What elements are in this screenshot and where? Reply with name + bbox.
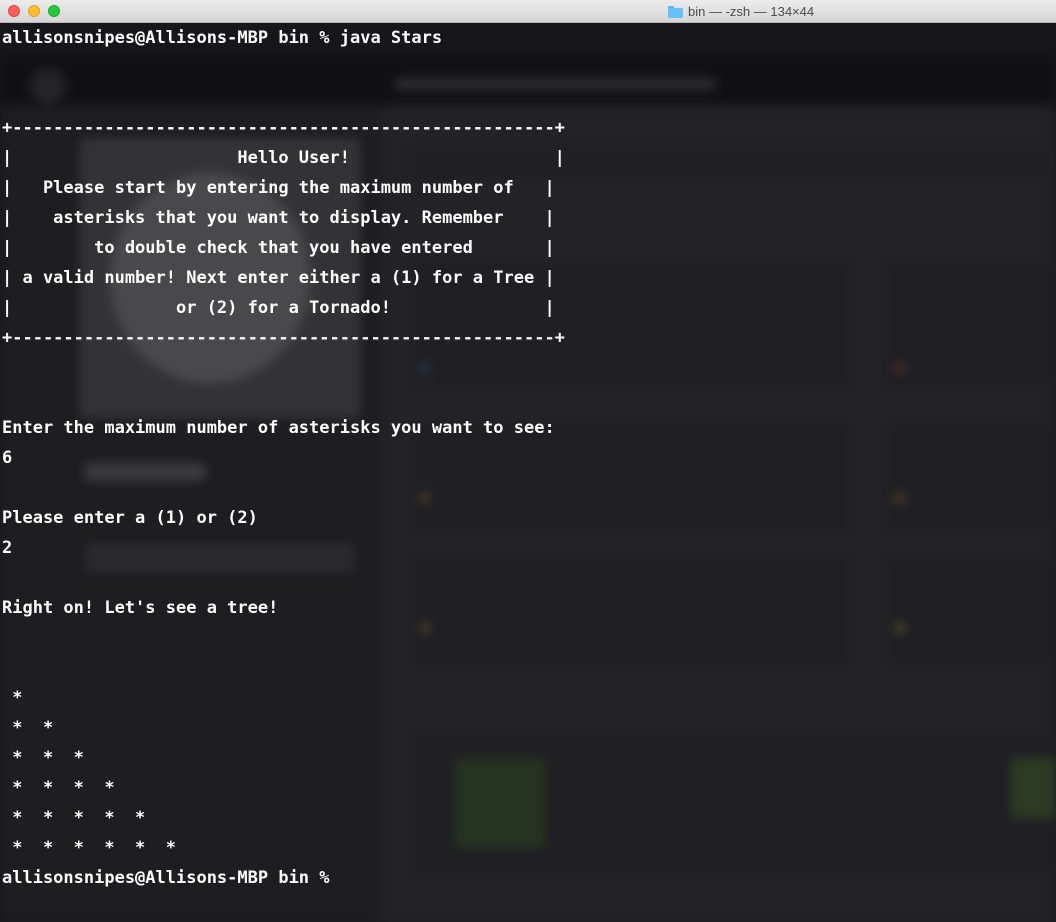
terminal-line: * * * * * * xyxy=(2,838,176,858)
terminal-output: allisonsnipes@Allisons-MBP bin % java St… xyxy=(2,23,1052,922)
terminal-line: * xyxy=(2,688,23,708)
terminal-content[interactable]: allisonsnipes@Allisons-MBP bin % java St… xyxy=(0,23,1056,922)
terminal-line: | a valid number! Next enter either a (1… xyxy=(2,268,555,288)
terminal-line: | or (2) for a Tornado! | xyxy=(2,298,555,318)
terminal-window: bin — -zsh — 134×44 allisonsnipes@Alliso… xyxy=(0,0,1056,922)
terminal-line: 2 xyxy=(2,538,13,558)
terminal-line: allisonsnipes@Allisons-MBP bin % java St… xyxy=(2,28,443,48)
close-window-button[interactable] xyxy=(8,5,20,17)
terminal-line: +---------------------------------------… xyxy=(2,118,565,138)
terminal-line: * * * xyxy=(2,748,84,768)
terminal-line: Right on! Let's see a tree! xyxy=(2,598,279,618)
terminal-line: * * * * * xyxy=(2,808,146,828)
terminal-line: allisonsnipes@Allisons-MBP bin % xyxy=(2,868,330,888)
terminal-line: Please enter a (1) or (2) xyxy=(2,508,258,528)
terminal-line: | asterisks that you want to display. Re… xyxy=(2,208,555,228)
terminal-line: | Please start by entering the maximum n… xyxy=(2,178,555,198)
terminal-line: 6 xyxy=(2,448,13,468)
title-bar[interactable]: bin — -zsh — 134×44 xyxy=(0,0,1056,23)
minimize-window-button[interactable] xyxy=(28,5,40,17)
terminal-line: +---------------------------------------… xyxy=(2,328,565,348)
terminal-line: Enter the maximum number of asterisks yo… xyxy=(2,418,555,438)
window-title: bin — -zsh — 134×44 xyxy=(688,4,815,19)
terminal-line: * * xyxy=(2,718,54,738)
folder-icon xyxy=(668,5,683,18)
window-title-group: bin — -zsh — 134×44 xyxy=(668,3,814,20)
zoom-window-button[interactable] xyxy=(48,5,60,17)
terminal-line: | to double check that you have entered … xyxy=(2,238,555,258)
terminal-line: * * * * xyxy=(2,778,115,798)
terminal-line: | Hello User! | xyxy=(2,148,565,168)
